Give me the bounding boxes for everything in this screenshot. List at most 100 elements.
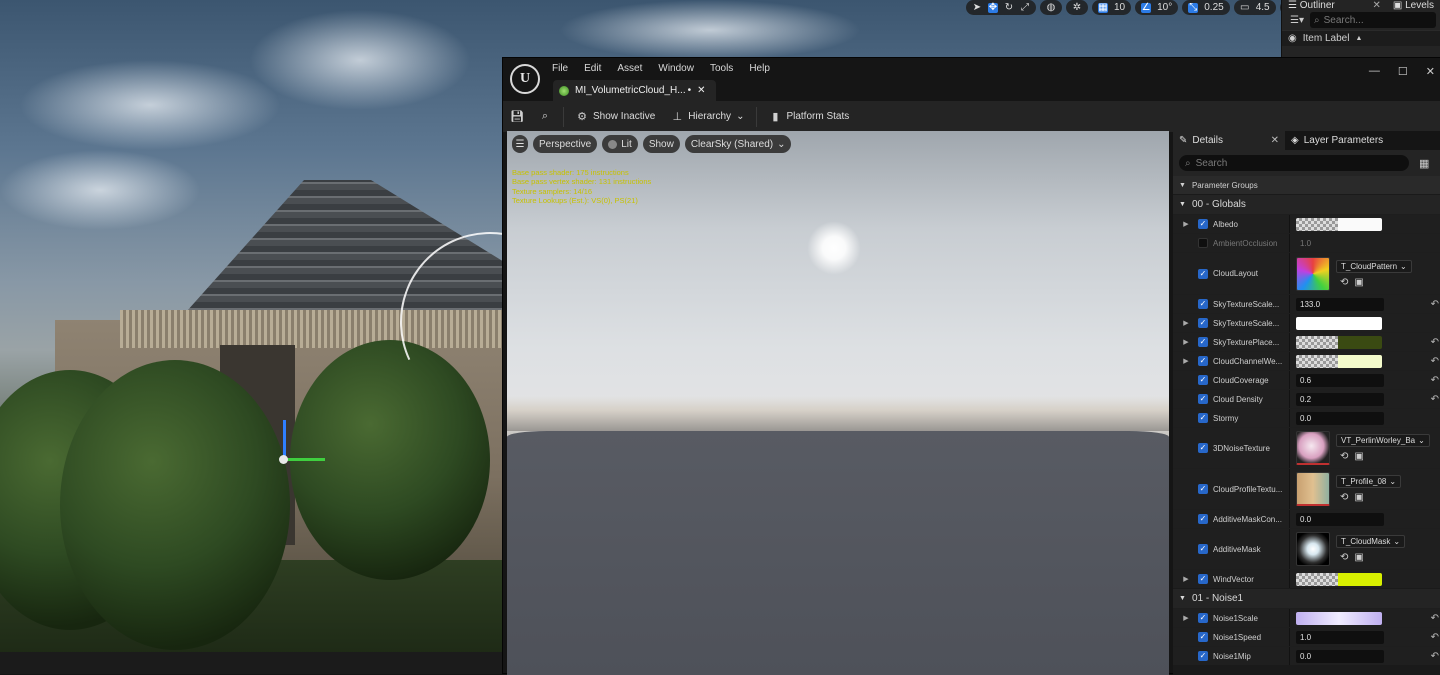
expand-icon[interactable]: ▶ bbox=[1179, 220, 1193, 228]
menu-asset[interactable]: Asset bbox=[617, 62, 651, 75]
scale-snap-value[interactable]: 0.25 bbox=[1204, 2, 1223, 13]
override-checkbox[interactable]: ✓ bbox=[1198, 544, 1208, 554]
override-checkbox[interactable]: ✓ bbox=[1198, 394, 1208, 404]
globe-icon[interactable]: ◍ bbox=[1046, 2, 1056, 13]
asset-tab[interactable]: MI_VolumetricCloud_H... • ✕ bbox=[553, 80, 716, 101]
browse-icon[interactable]: ▣ bbox=[1354, 451, 1363, 462]
browse-icon[interactable]: ▣ bbox=[1354, 277, 1363, 288]
platform-stats-button[interactable]: ▮ Platform Stats bbox=[761, 105, 857, 129]
value-field[interactable]: 133.0 bbox=[1296, 297, 1384, 311]
override-checkbox[interactable]: ✓ bbox=[1198, 268, 1208, 279]
maximize-icon[interactable]: ☐ bbox=[1398, 65, 1408, 78]
value-field[interactable]: 1.0 bbox=[1296, 237, 1384, 250]
override-checkbox[interactable]: ✓ bbox=[1198, 219, 1208, 229]
override-checkbox[interactable]: ✓ bbox=[1198, 651, 1208, 661]
outliner-column-header[interactable]: ◉ Item Label ▲ bbox=[1282, 30, 1440, 46]
texture-thumbnail[interactable] bbox=[1296, 256, 1330, 291]
expand-icon[interactable]: ▶ bbox=[1179, 357, 1193, 365]
select-icon[interactable]: ➤ bbox=[972, 2, 982, 13]
reset-icon[interactable]: ↶ bbox=[1431, 632, 1439, 643]
menu-edit[interactable]: Edit bbox=[584, 62, 610, 75]
override-checkbox[interactable] bbox=[1198, 238, 1208, 248]
save-button[interactable]: 💾︎ bbox=[503, 105, 531, 129]
use-selected-icon[interactable]: ⟲ bbox=[1340, 492, 1348, 503]
texture-thumbnail[interactable] bbox=[1296, 532, 1330, 566]
reset-icon[interactable]: ↶ bbox=[1431, 613, 1439, 624]
gizmo-y-axis[interactable] bbox=[285, 458, 325, 461]
scale-snap-icon[interactable]: ⤡ bbox=[1188, 2, 1199, 13]
parameter-groups-header[interactable]: ▼ Parameter Groups bbox=[1173, 176, 1440, 194]
move-icon[interactable]: ✥ bbox=[988, 2, 998, 13]
column-item-label[interactable]: Item Label bbox=[1303, 33, 1350, 44]
texture-dropdown[interactable]: T_CloudPattern ⌄ bbox=[1336, 259, 1412, 273]
close-window-icon[interactable]: ✕ bbox=[1426, 65, 1435, 78]
use-selected-icon[interactable]: ⟲ bbox=[1340, 451, 1348, 462]
close-tab-icon[interactable]: ✕ bbox=[697, 85, 705, 96]
override-checkbox[interactable]: ✓ bbox=[1198, 337, 1208, 347]
override-checkbox[interactable]: ✓ bbox=[1198, 632, 1208, 642]
show-inactive-button[interactable]: ⚙ Show Inactive bbox=[568, 105, 663, 129]
group-globals[interactable]: ▼ 00 - Globals bbox=[1173, 194, 1440, 214]
override-checkbox[interactable]: ✓ bbox=[1198, 356, 1208, 366]
surface-snap-icon[interactable]: ✲ bbox=[1072, 2, 1082, 13]
hierarchy-button[interactable]: ⊥ Hierarchy ⌄ bbox=[663, 105, 752, 129]
value-field[interactable]: 0.0 bbox=[1296, 411, 1384, 425]
color-swatch[interactable] bbox=[1296, 316, 1382, 330]
override-checkbox[interactable]: ✓ bbox=[1198, 484, 1208, 494]
grid-snap-value[interactable]: 10 bbox=[1114, 2, 1125, 13]
expand-icon[interactable]: ▶ bbox=[1179, 338, 1193, 346]
rotate-icon[interactable]: ↻ bbox=[1004, 2, 1014, 13]
view-options-icon[interactable]: ▦ bbox=[1419, 157, 1429, 170]
visibility-icon[interactable]: ◉ bbox=[1288, 33, 1297, 44]
close-icon[interactable]: ✕ bbox=[1271, 135, 1279, 146]
perspective-button[interactable]: Perspective bbox=[533, 135, 598, 153]
outliner-search[interactable]: ⌕ Search... bbox=[1309, 12, 1436, 28]
color-swatch[interactable] bbox=[1296, 217, 1382, 231]
gizmo-z-axis[interactable] bbox=[283, 420, 286, 460]
value-field[interactable]: 0.6 bbox=[1296, 373, 1384, 387]
use-selected-icon[interactable]: ⟲ bbox=[1340, 552, 1348, 563]
color-swatch[interactable] bbox=[1296, 354, 1382, 368]
override-checkbox[interactable]: ✓ bbox=[1198, 318, 1208, 328]
reset-icon[interactable]: ↶ bbox=[1431, 356, 1439, 367]
override-checkbox[interactable]: ✓ bbox=[1198, 514, 1208, 524]
texture-dropdown[interactable]: T_Profile_08 ⌄ bbox=[1336, 475, 1402, 488]
override-checkbox[interactable]: ✓ bbox=[1198, 299, 1208, 309]
menu-tools[interactable]: Tools bbox=[710, 62, 742, 75]
color-swatch[interactable] bbox=[1296, 572, 1382, 586]
scale-icon[interactable]: ⤢ bbox=[1020, 2, 1030, 13]
browse-icon[interactable]: ▣ bbox=[1354, 492, 1363, 503]
override-checkbox[interactable]: ✓ bbox=[1198, 613, 1208, 623]
override-checkbox[interactable]: ✓ bbox=[1198, 413, 1208, 423]
menu-window[interactable]: Window bbox=[658, 62, 703, 75]
close-icon[interactable]: ✕ bbox=[1372, 0, 1380, 11]
texture-thumbnail[interactable] bbox=[1296, 431, 1330, 465]
reset-icon[interactable]: ↶ bbox=[1431, 337, 1439, 348]
details-search[interactable]: ⌕ Search bbox=[1179, 155, 1409, 171]
texture-dropdown[interactable]: T_CloudMask ⌄ bbox=[1336, 535, 1406, 548]
reset-icon[interactable]: ↶ bbox=[1431, 299, 1439, 310]
outliner-search-input[interactable]: Search... bbox=[1324, 15, 1364, 26]
value-field[interactable]: 0.0 bbox=[1296, 512, 1384, 526]
use-selected-icon[interactable]: ⟲ bbox=[1340, 277, 1348, 288]
texture-dropdown[interactable]: VT_PerlinWorley_Ba ⌄ bbox=[1336, 434, 1430, 447]
minimize-icon[interactable]: — bbox=[1369, 65, 1380, 78]
reset-icon[interactable]: ↶ bbox=[1431, 394, 1439, 405]
angle-icon[interactable]: ∠ bbox=[1141, 2, 1152, 13]
grid-icon[interactable]: ▦ bbox=[1098, 2, 1108, 13]
texture-thumbnail[interactable] bbox=[1296, 472, 1330, 506]
color-swatch[interactable] bbox=[1296, 335, 1382, 349]
camera-icon[interactable]: ▭ bbox=[1240, 2, 1250, 13]
lit-button[interactable]: Lit bbox=[602, 135, 638, 153]
tab-layer-parameters[interactable]: ◈ Layer Parameters bbox=[1285, 131, 1389, 150]
value-field[interactable]: 0.2 bbox=[1296, 392, 1384, 406]
color-swatch[interactable] bbox=[1296, 611, 1382, 625]
menu-file[interactable]: File bbox=[552, 62, 577, 75]
reset-icon[interactable]: ↶ bbox=[1431, 651, 1439, 662]
filter-icon[interactable]: ☰▾ bbox=[1290, 15, 1304, 26]
menu-help[interactable]: Help bbox=[749, 62, 779, 75]
override-checkbox[interactable]: ✓ bbox=[1198, 443, 1208, 453]
tab-levels[interactable]: ▣ Levels bbox=[1387, 0, 1440, 11]
reset-icon[interactable]: ↶ bbox=[1431, 375, 1439, 386]
value-field[interactable]: 1.0 bbox=[1296, 630, 1384, 644]
